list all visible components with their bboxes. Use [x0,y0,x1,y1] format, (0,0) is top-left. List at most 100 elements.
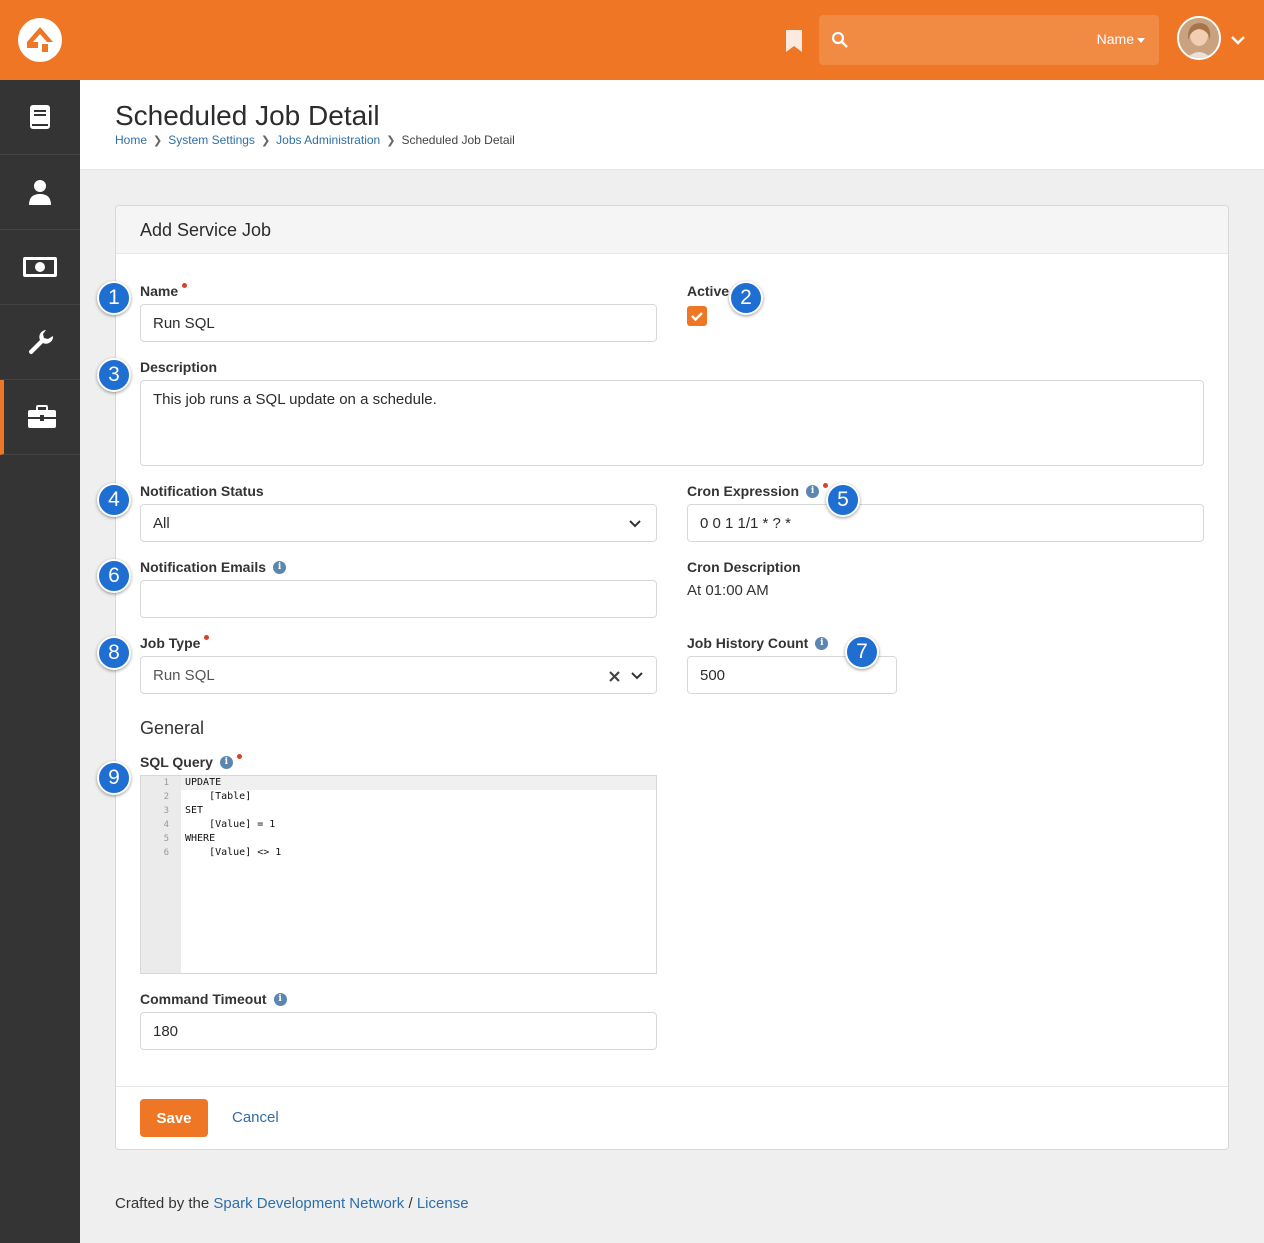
sql-query-label: SQL Query i [140,753,242,770]
code-line: SET [185,805,204,816]
line-number: 6 [163,848,169,858]
sidebar [0,80,80,1243]
job-type-value: Run SQL [153,666,215,684]
info-icon[interactable]: i [219,755,233,769]
breadcrumb-current: Scheduled Job Detail [401,133,515,147]
top-bar: Name [0,0,1264,80]
callout-badge: 4 [97,483,131,517]
code-line: WHERE [185,833,216,844]
command-timeout-input[interactable]: 180 [140,1012,657,1050]
license-link[interactable]: License [417,1195,469,1212]
callout-badge: 1 [97,281,131,315]
sidebar-item-settings[interactable] [0,380,80,455]
job-history-count-label: Job History Count i [687,635,829,651]
chevron-down-icon [629,520,641,528]
callout-badge: 9 [97,761,131,795]
notification-emails-label: Notification Emails i [140,559,287,575]
wrench-icon [28,330,54,355]
callout-badge: 6 [97,559,131,593]
description-label: Description [140,359,218,375]
bookmark-icon[interactable] [785,30,803,52]
panel-footer-divider [116,1086,1228,1087]
info-icon[interactable]: i [806,484,820,498]
job-type-select[interactable]: Run SQL [140,656,657,694]
line-number-gutter: 1 2 3 4 5 6 [141,776,181,973]
required-indicator [204,634,210,640]
cron-description-label: Cron Description [687,559,801,575]
footer-separator: / [404,1195,417,1212]
chevron-right-icon: ❯ [260,134,271,147]
person-icon [29,180,51,205]
book-icon [30,105,50,129]
search-filter-label: Name [1096,31,1134,47]
panel-title: Add Service Job [140,220,272,240]
search-filter-dropdown[interactable]: Name [1097,31,1145,47]
footer-text: Crafted by the [115,1195,214,1212]
line-number: 5 [163,834,169,844]
line-number: 4 [163,820,169,830]
line-number: 3 [163,806,169,816]
sidebar-item-book[interactable] [0,80,80,155]
sidebar-item-finance[interactable] [0,230,80,305]
chevron-right-icon: ❯ [153,134,163,147]
required-indicator [236,753,242,759]
sidebar-item-people[interactable] [0,155,80,230]
command-timeout-label: Command Timeout i [140,991,287,1007]
description-textarea[interactable]: This job runs a SQL update on a schedule… [140,380,1204,466]
name-input[interactable]: Run SQL [140,304,657,342]
page-header: Scheduled Job Detail Home ❯ System Setti… [80,80,1264,170]
info-icon[interactable]: i [273,992,287,1006]
page-footer: Crafted by the Spark Development Network… [115,1195,469,1212]
name-label: Name [140,282,188,299]
breadcrumb-home[interactable]: Home [115,133,147,147]
breadcrumb-jobs-administration[interactable]: Jobs Administration [276,133,380,147]
clear-icon[interactable] [609,671,620,682]
rock-logo-icon[interactable] [18,18,62,62]
active-label: Active [687,283,730,299]
service-job-panel: Add Service Job Name Run SQL Active Desc… [115,205,1229,1150]
search-input[interactable] [859,25,1089,55]
checkmark-icon [691,312,703,322]
breadcrumb: Home ❯ System Settings ❯ Jobs Administra… [115,133,515,147]
section-title-general: General [140,718,205,738]
notification-status-select[interactable]: All [140,504,657,542]
callout-badge: 2 [729,281,763,315]
chevron-down-icon [631,672,643,680]
active-checkbox[interactable] [687,306,707,326]
chevron-right-icon: ❯ [386,134,396,147]
code-line: [Table] [185,791,252,802]
money-icon [23,257,57,277]
job-type-label: Job Type [140,634,210,651]
breadcrumb-system-settings[interactable]: System Settings [168,133,255,147]
search-bar: Name [819,15,1159,65]
cron-expression-input[interactable]: 0 0 1 1/1 * ? * [687,504,1204,542]
notification-emails-input[interactable] [140,580,657,618]
line-number: 2 [163,792,169,802]
page-title: Scheduled Job Detail [115,100,380,131]
cron-description-value: At 01:00 AM [687,582,769,599]
cancel-button[interactable]: Cancel [232,1109,279,1126]
info-icon[interactable]: i [273,560,287,574]
code-line: [Value] = 1 [185,819,276,830]
required-indicator [823,482,829,488]
search-icon [831,31,849,49]
code-line: [Value] <> 1 [185,847,282,858]
sql-query-editor[interactable]: 1 2 3 4 5 6 UPDATE [Table] SET [Value] =… [140,775,657,974]
cron-expression-label: Cron Expression i [687,482,829,499]
briefcase-icon [28,405,56,428]
sidebar-item-admin-tools[interactable] [0,305,80,380]
required-indicator [182,282,188,288]
chevron-down-icon[interactable] [1230,33,1246,45]
code-line: UPDATE [185,777,222,788]
panel-header: Add Service Job [116,206,1228,254]
callout-badge: 8 [97,636,131,670]
callout-badge: 5 [826,483,860,517]
caret-down-icon [1137,37,1145,43]
callout-badge: 7 [845,635,879,669]
spark-network-link[interactable]: Spark Development Network [213,1195,404,1212]
callout-badge: 3 [97,358,131,392]
code-lines: UPDATE [Table] SET [Value] = 1 WHERE [Va… [185,776,281,860]
info-icon[interactable]: i [815,636,829,650]
save-button[interactable]: Save [140,1099,208,1137]
avatar[interactable] [1177,16,1221,60]
